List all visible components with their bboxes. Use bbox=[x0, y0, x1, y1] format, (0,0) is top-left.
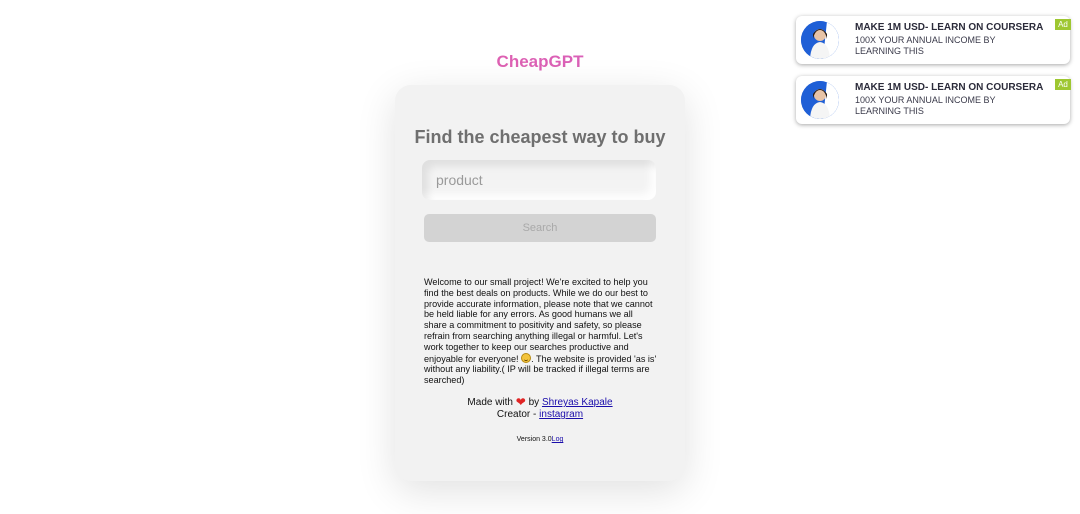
ad-banner[interactable]: MAKE 1M USD- LEARN ON COURSERA 100X YOUR… bbox=[796, 16, 1071, 64]
ad-banner[interactable]: MAKE 1M USD- LEARN ON COURSERA 100X YOUR… bbox=[796, 76, 1071, 124]
version-label: Version 3.0 bbox=[516, 436, 552, 443]
credits: Made with ❤ by Shreyas Kapale Creator - … bbox=[395, 396, 685, 421]
search-input[interactable] bbox=[422, 160, 656, 200]
search-button[interactable]: Search bbox=[424, 214, 656, 242]
page-headline: Find the cheapest way to buy bbox=[414, 127, 666, 147]
heart-icon: ❤ bbox=[515, 395, 526, 409]
ad-title: MAKE 1M USD- LEARN ON COURSERA bbox=[855, 82, 1044, 93]
ad-badge: Ad bbox=[1055, 79, 1071, 90]
ad-badge: Ad bbox=[1055, 19, 1071, 30]
instagram-link[interactable]: instagram bbox=[539, 409, 583, 420]
ad-avatar bbox=[801, 81, 839, 119]
version-info: Version 3.0Log bbox=[395, 436, 685, 443]
welcome-text-part1: Welcome to our small project! We're exci… bbox=[424, 277, 653, 364]
smile-icon bbox=[521, 352, 532, 363]
ad-subtitle: 100X YOUR ANNUAL INCOME BY LEARNING THIS bbox=[855, 35, 996, 56]
search-card: Find the cheapest way to buy Search Welc… bbox=[395, 85, 685, 481]
log-link[interactable]: Log bbox=[552, 436, 564, 443]
by-label: by bbox=[528, 397, 540, 408]
welcome-text: Welcome to our small project! We're exci… bbox=[424, 277, 658, 386]
ad-title: MAKE 1M USD- LEARN ON COURSERA bbox=[855, 22, 1044, 33]
author-link[interactable]: Shreyas Kapale bbox=[542, 397, 613, 408]
ad-subtitle: 100X YOUR ANNUAL INCOME BY LEARNING THIS bbox=[855, 95, 996, 116]
made-with-label: Made with bbox=[467, 397, 513, 408]
creator-label: Creator - bbox=[496, 409, 537, 420]
ad-avatar bbox=[801, 21, 839, 59]
